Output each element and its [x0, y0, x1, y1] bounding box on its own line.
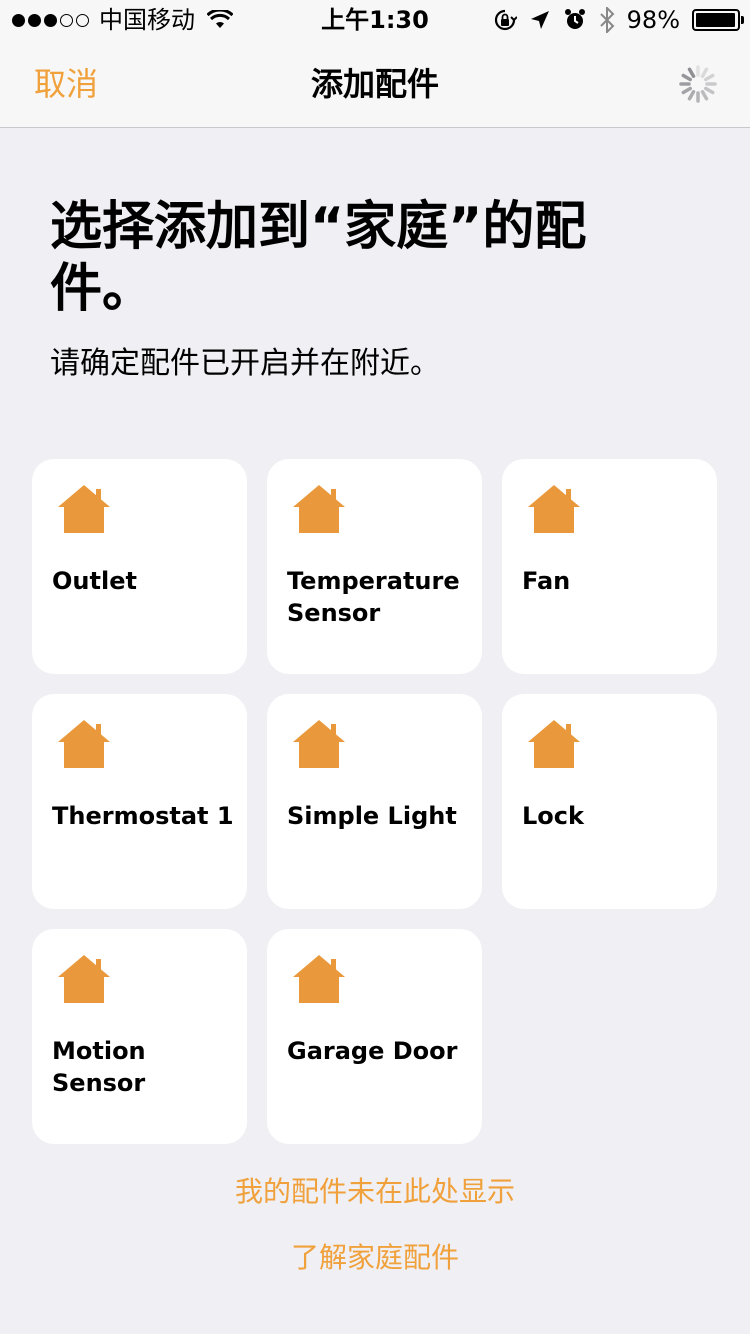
house-icon [58, 720, 110, 768]
spinner-icon [679, 65, 717, 103]
accessory-label: Outlet [52, 567, 137, 595]
battery-icon [692, 9, 744, 31]
spinner-spoke [681, 86, 692, 95]
accessory-label: Motion Sensor [52, 1037, 146, 1097]
accessory-label: Garage Door [287, 1037, 458, 1065]
status-bar: 中国移动 上午1:30 98% [0, 0, 750, 40]
accessory-not-shown-link[interactable]: 我的配件未在此处显示 [0, 1170, 750, 1210]
spinner-spoke [687, 67, 696, 78]
accessory-tile-motion-sensor[interactable]: Motion Sensor [32, 929, 247, 1144]
page-title: 添加配件 [310, 65, 439, 103]
learn-home-accessories-link[interactable]: 了解家庭配件 [0, 1236, 750, 1276]
accessory-label: Simple Light [287, 802, 457, 830]
house-icon [528, 720, 580, 768]
battery-percent: 98% [626, 6, 680, 34]
accessory-tile-fan[interactable]: Fan [502, 459, 717, 674]
accessory-label: Fan [522, 567, 571, 595]
alarm-icon [564, 9, 585, 29]
spinner-spoke [700, 67, 709, 78]
navigation-bar: 取消 添加配件 [0, 40, 750, 128]
accessory-label: Temperature Sensor [287, 567, 460, 627]
bluetooth-icon [599, 7, 615, 33]
house-icon [293, 720, 345, 768]
house-icon [58, 485, 110, 533]
spinner-spoke [704, 86, 715, 95]
house-icon [293, 485, 345, 533]
location-icon [530, 11, 549, 29]
house-icon [293, 955, 345, 1003]
status-right: 98% [493, 0, 744, 40]
accessory-grid: Outlet Temperature Sensor Fan Thermostat… [32, 459, 718, 1144]
house-icon [528, 485, 580, 533]
spinner-spoke [700, 90, 709, 101]
heading-subtitle: 请确定配件已开启并在附近。 [50, 346, 440, 381]
accessory-tile-garage-door[interactable]: Garage Door [267, 929, 482, 1144]
spinner-spoke [704, 73, 715, 82]
accessory-tile-temperature-sensor[interactable]: Temperature Sensor [267, 459, 482, 674]
accessory-label: Thermostat 1 [52, 802, 234, 830]
accessory-tile-lock[interactable]: Lock [502, 694, 717, 909]
accessory-tile-thermostat[interactable]: Thermostat 1 [32, 694, 247, 909]
spinner-spoke [681, 73, 692, 82]
spinner-spoke [687, 90, 696, 101]
house-icon [58, 955, 110, 1003]
rotation-lock-icon [494, 9, 517, 31]
accessory-label: Lock [522, 802, 584, 830]
heading-title: 选择添加到“家庭”的配件。 [50, 197, 587, 319]
accessory-tile-simple-light[interactable]: Simple Light [267, 694, 482, 909]
accessory-tile-outlet[interactable]: Outlet [32, 459, 247, 674]
